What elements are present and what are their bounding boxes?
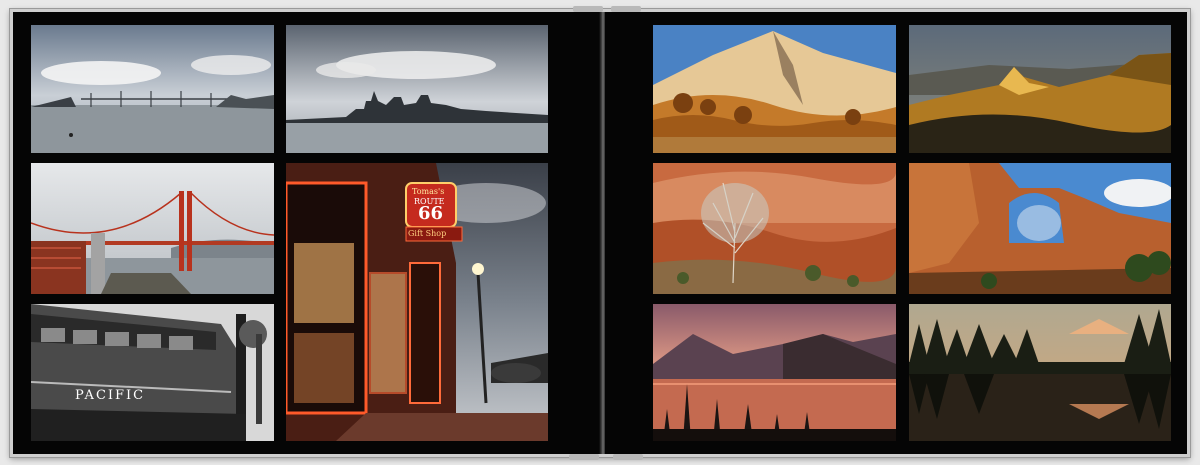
golden-ridge-photo[interactable]: [909, 25, 1171, 153]
red-rock-photo[interactable]: [653, 163, 896, 294]
bottom-tab-left: [569, 454, 599, 460]
route66-sign-giftshop: Gift Shop: [408, 229, 447, 238]
train-photo[interactable]: PACIFIC: [31, 304, 274, 441]
skyline-photo[interactable]: [286, 25, 548, 153]
stone-arch-photo[interactable]: [909, 163, 1171, 294]
route66-shop-photo[interactable]: Tomas's ROUTE 66 Gift Shop: [286, 163, 548, 441]
desert-mountain-photo[interactable]: [653, 25, 896, 153]
train-pacific-label: PACIFIC: [75, 388, 146, 403]
left-page: Tomas's ROUTE 66 Gift Shop PACIFIC: [13, 12, 601, 454]
bay-bridge-photo[interactable]: [31, 25, 274, 153]
forest-reflection-photo[interactable]: [909, 304, 1171, 441]
bottom-tab-right: [613, 454, 643, 460]
photo-book: Tomas's ROUTE 66 Gift Shop PACIFIC: [10, 6, 1190, 460]
route66-sign-number: 66: [418, 203, 444, 224]
right-page: [605, 12, 1187, 454]
sunset-lake-photo[interactable]: [653, 304, 896, 441]
golden-gate-photo[interactable]: [31, 163, 274, 294]
route66-sign-top: Tomas's: [412, 187, 445, 196]
